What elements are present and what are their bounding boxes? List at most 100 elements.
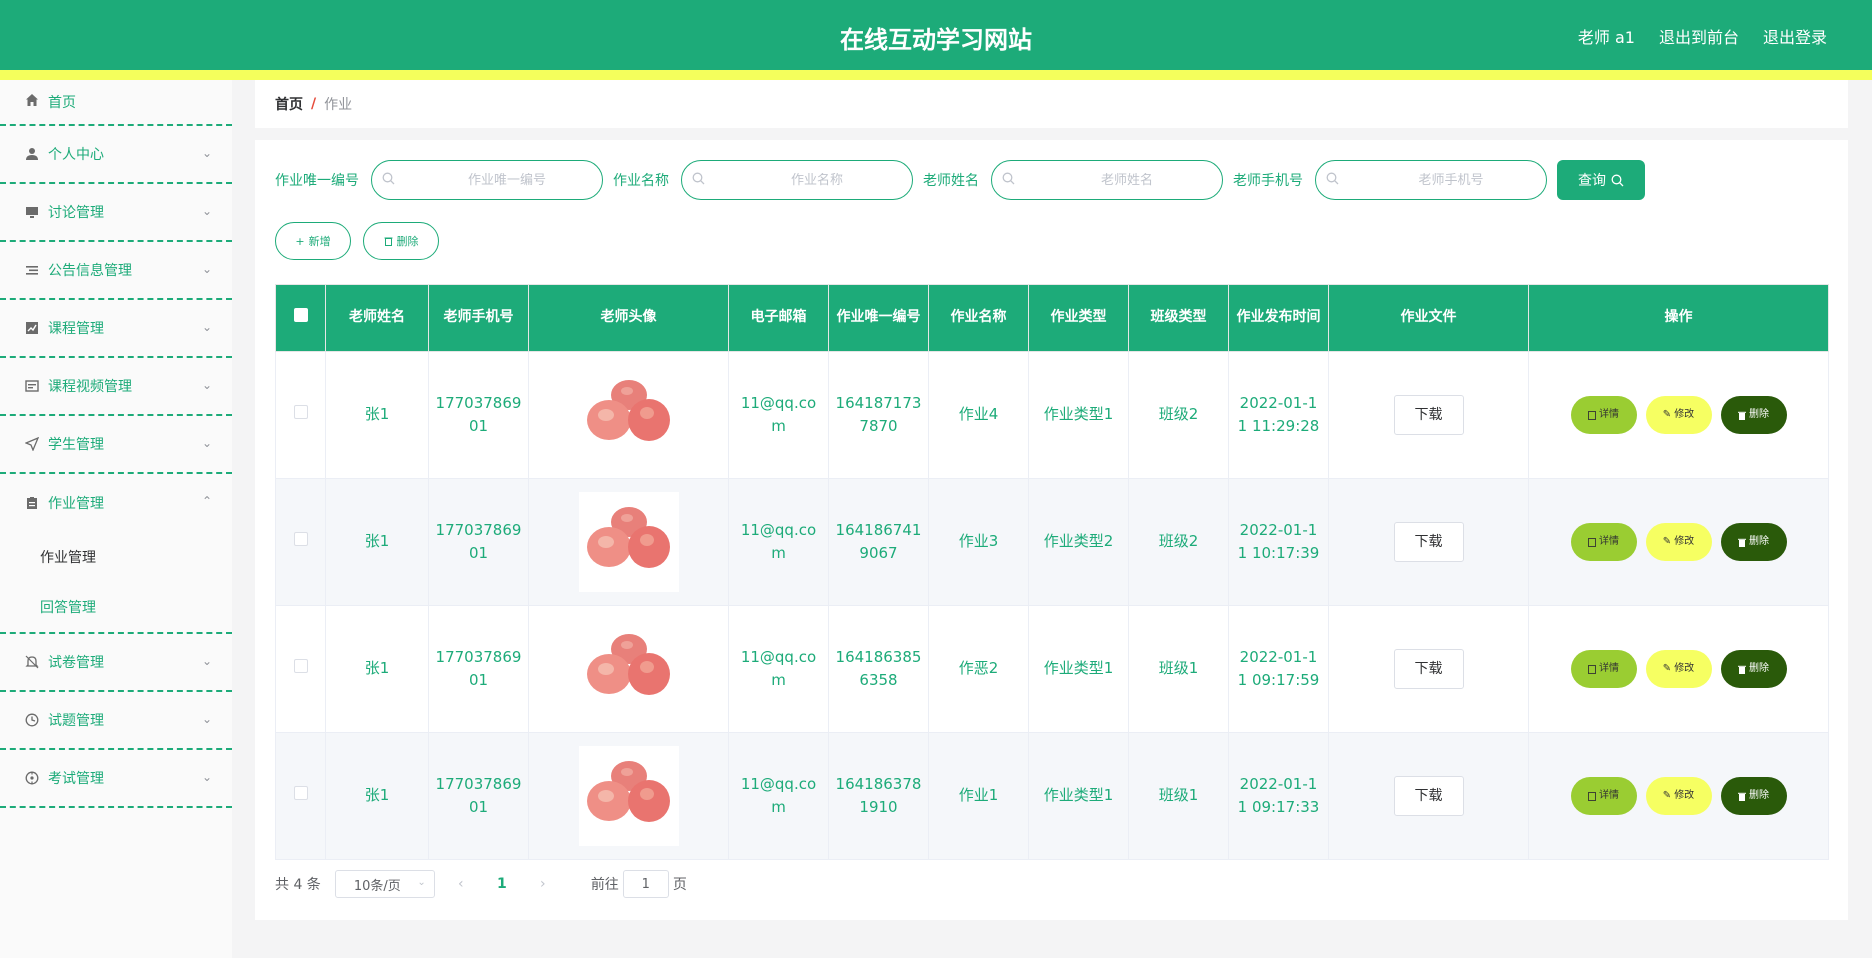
sidebar-item-home[interactable]: 首页 bbox=[0, 80, 232, 126]
download-button[interactable]: 下载 bbox=[1393, 522, 1464, 562]
delete-button-label: 删除 bbox=[1749, 536, 1769, 548]
clock-icon bbox=[24, 712, 40, 728]
detail-button[interactable]: 详情 bbox=[1570, 523, 1637, 561]
query-button[interactable]: 查询 bbox=[1557, 160, 1645, 200]
cell-class-type: 班级2 bbox=[1128, 351, 1229, 479]
row-checkbox[interactable] bbox=[293, 405, 308, 420]
select-all-cell bbox=[275, 284, 326, 352]
sidebar-item-homework[interactable]: 作业管理 ⌃ bbox=[0, 474, 232, 532]
cell-homework-title: 作业3 bbox=[928, 478, 1029, 606]
table-row: 张1 17703786901 11@qq.com 1641867419067 作… bbox=[275, 478, 1829, 606]
goto-suffix: 页 bbox=[672, 877, 687, 893]
pencil-icon: ✎ bbox=[1662, 536, 1672, 548]
avatar bbox=[578, 492, 679, 592]
sidebar-item-notice[interactable]: 公告信息管理 ⌄ bbox=[0, 242, 232, 300]
cell-file: 下载 bbox=[1328, 732, 1529, 860]
query-button-label: 查询 bbox=[1578, 172, 1606, 188]
page-size-select[interactable]: 10条/页 ⌄ bbox=[334, 870, 435, 898]
download-button[interactable]: 下载 bbox=[1393, 395, 1464, 435]
batch-delete-button[interactable]: 删除 bbox=[363, 222, 439, 260]
submenu-item-answers[interactable]: 回答管理 bbox=[0, 582, 232, 632]
homework-table: 老师姓名 老师手机号 老师头像 电子邮箱 作业唯一编号 作业名称 作业类型 班级… bbox=[275, 284, 1829, 860]
edit-button[interactable]: ✎ 修改 bbox=[1645, 396, 1712, 434]
trash-icon bbox=[1738, 538, 1746, 547]
cell-teacher-phone: 17703786901 bbox=[428, 732, 529, 860]
edit-button[interactable]: ✎ 修改 bbox=[1645, 523, 1712, 561]
top-header: 在线互动学习网站 老师 a1 退出到前台 退出登录 bbox=[0, 0, 1872, 70]
chevron-down-icon: ⌄ bbox=[201, 770, 212, 784]
sidebar-item-student[interactable]: 学生管理 ⌄ bbox=[0, 416, 232, 474]
edit-button[interactable]: ✎ 修改 bbox=[1645, 777, 1712, 815]
header-stripe bbox=[0, 70, 1872, 80]
page-number[interactable]: 1 bbox=[487, 876, 517, 892]
chevron-down-icon: ⌄ bbox=[201, 654, 212, 668]
sidebar-item-papers[interactable]: 试卷管理 ⌄ bbox=[0, 634, 232, 692]
chevron-up-icon: ⌃ bbox=[201, 494, 212, 508]
trash-icon bbox=[1738, 665, 1746, 674]
delete-button[interactable]: 删除 bbox=[1720, 650, 1787, 688]
cell-homework-type: 作业类型2 bbox=[1028, 478, 1129, 606]
edit-button[interactable]: ✎ 修改 bbox=[1645, 650, 1712, 688]
delete-button[interactable]: 删除 bbox=[1720, 777, 1787, 815]
goto-label: 前往 bbox=[590, 877, 619, 893]
sidebar-item-label: 课程管理 bbox=[48, 321, 104, 337]
next-page-button[interactable]: › bbox=[531, 876, 555, 892]
select-all-checkbox[interactable] bbox=[293, 307, 308, 322]
cell-homework-title: 作业1 bbox=[928, 732, 1029, 860]
download-button[interactable]: 下载 bbox=[1393, 776, 1464, 816]
sidebar-item-exam[interactable]: 考试管理 ⌄ bbox=[0, 750, 232, 808]
cell-homework-code: 1641871737870 bbox=[828, 351, 929, 479]
search-field-code bbox=[371, 160, 603, 200]
cell-publish-time: 2022-01-11 11:29:28 bbox=[1228, 351, 1329, 479]
cell-file: 下载 bbox=[1328, 478, 1529, 606]
add-button[interactable]: + 新增 bbox=[275, 222, 351, 260]
row-actions: 详情 ✎ 修改 删除 bbox=[1535, 650, 1822, 688]
breadcrumb-current: 作业 bbox=[324, 97, 353, 113]
delete-button[interactable]: 删除 bbox=[1720, 396, 1787, 434]
cell-publish-time: 2022-01-11 09:17:59 bbox=[1228, 605, 1329, 733]
search-input-phone[interactable] bbox=[1366, 172, 1536, 188]
cell-email: 11@qq.com bbox=[728, 605, 829, 733]
sidebar-item-course-video[interactable]: 课程视频管理 ⌄ bbox=[0, 358, 232, 416]
pencil-icon: ✎ bbox=[1662, 409, 1672, 421]
detail-button[interactable]: 详情 bbox=[1570, 777, 1637, 815]
target-icon bbox=[24, 770, 40, 786]
row-checkbox[interactable] bbox=[293, 532, 308, 547]
homework-submenu: 作业管理 回答管理 bbox=[0, 532, 232, 634]
sidebar-item-personal[interactable]: 个人中心 ⌄ bbox=[0, 126, 232, 184]
avatar bbox=[578, 619, 679, 719]
exit-to-front-link[interactable]: 退出到前台 bbox=[1659, 24, 1739, 48]
current-user[interactable]: 老师 a1 bbox=[1578, 24, 1635, 48]
search-icon bbox=[692, 172, 705, 189]
trash-icon bbox=[384, 236, 393, 246]
row-checkbox[interactable] bbox=[293, 659, 308, 674]
cell-teacher-name: 张1 bbox=[325, 478, 429, 606]
cell-publish-time: 2022-01-11 10:17:39 bbox=[1228, 478, 1329, 606]
submenu-item-homework[interactable]: 作业管理 bbox=[0, 532, 232, 582]
delete-button[interactable]: 删除 bbox=[1720, 523, 1787, 561]
breadcrumb-home[interactable]: 首页 bbox=[275, 94, 303, 114]
prev-page-button[interactable]: ‹ bbox=[449, 876, 473, 892]
search-input-code[interactable] bbox=[422, 172, 592, 188]
logout-link[interactable]: 退出登录 bbox=[1763, 24, 1827, 48]
cell-teacher-phone: 17703786901 bbox=[428, 605, 529, 733]
detail-button[interactable]: 详情 bbox=[1570, 650, 1637, 688]
user-links: 老师 a1 退出到前台 退出登录 bbox=[1578, 24, 1827, 48]
add-button-label: 新增 bbox=[308, 235, 331, 248]
cell-teacher-phone: 17703786901 bbox=[428, 351, 529, 479]
detail-button[interactable]: 详情 bbox=[1570, 396, 1637, 434]
batch-delete-button-label: 删除 bbox=[396, 235, 419, 248]
download-button[interactable]: 下载 bbox=[1393, 649, 1464, 689]
sidebar-item-course[interactable]: 课程管理 ⌄ bbox=[0, 300, 232, 358]
search-input-title[interactable] bbox=[732, 172, 902, 188]
edit-button-label: 修改 bbox=[1674, 536, 1695, 548]
goto-page-input[interactable] bbox=[622, 870, 669, 898]
document-icon bbox=[1588, 791, 1596, 801]
avatar bbox=[578, 746, 679, 846]
sidebar-item-label: 学生管理 bbox=[48, 437, 104, 453]
search-input-teacher[interactable] bbox=[1042, 172, 1212, 188]
sidebar-item-discussion[interactable]: 讨论管理 ⌄ bbox=[0, 184, 232, 242]
row-checkbox[interactable] bbox=[293, 786, 308, 801]
sidebar-item-questions[interactable]: 试题管理 ⌄ bbox=[0, 692, 232, 750]
sidebar-item-label: 试卷管理 bbox=[48, 655, 104, 671]
